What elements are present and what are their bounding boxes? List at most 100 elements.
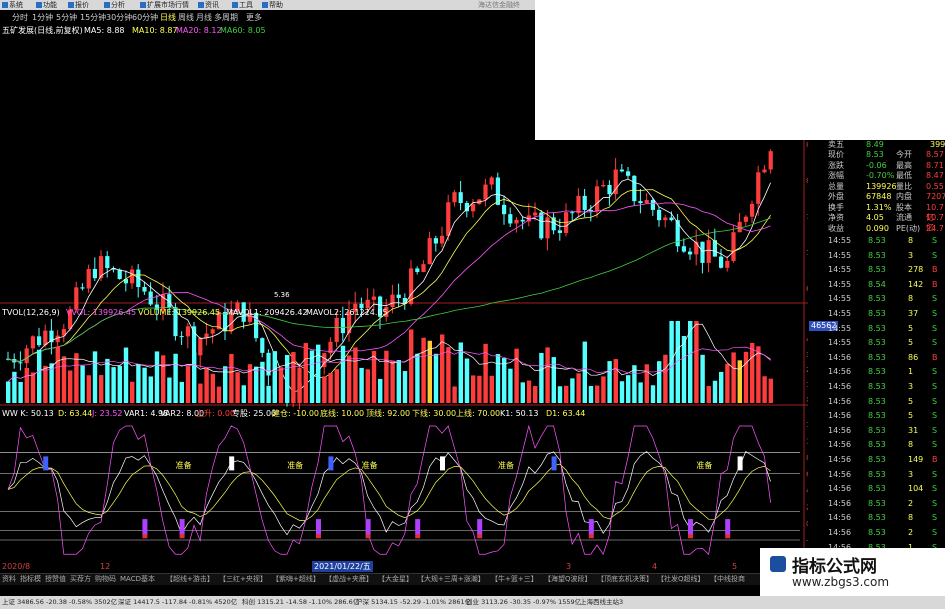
candle-body [514,219,519,224]
kline-chart[interactable]: 8.508.007.507.006.5040000300002000010000… [0,0,808,560]
quote-row-cell: -0.70% [866,171,895,180]
volume-bar [626,375,631,403]
index-hs[interactable]: 沪深 5134.15 -52.29 -1.01% 2861亿 [356,596,471,609]
period-tab-10[interactable]: 更多 [246,13,262,23]
quote-row-cell: 8.47 [926,171,944,180]
indicator-tab-3[interactable]: 买荐方 [70,574,91,585]
zhunbei-label: 准备 [287,460,303,470]
volume-bar [254,366,259,403]
tick-row-cell: 8.53 [868,323,886,333]
bottom-signal-dot [688,534,693,539]
watermark-url: www.zbgs3.com [792,575,890,589]
top-signal-marker [229,456,235,471]
period-tab-4[interactable]: 30分钟 [106,13,132,23]
volume-bar [92,351,98,403]
candle-body [185,326,190,337]
period-tab-3[interactable]: 15分钟 [80,13,106,23]
candle-body [607,184,612,195]
indicator-tab-6[interactable]: 【超线+游击】 [166,574,214,585]
indicator-tab-5[interactable]: MACD基本 [120,574,155,585]
indicator-tab-7[interactable]: 【三红+央视】 [219,574,267,585]
quote-row-cell: 现价 [828,150,844,159]
tick-row-cell: 14:56 [828,484,852,494]
quote-row-cell: 72078 [926,192,945,201]
candle-body [43,330,48,346]
candle-body [142,287,147,292]
candle-body [533,212,538,216]
ma5-label: MA5: 8.88 [84,26,125,35]
tick-row-cell: 8.53 [868,396,886,406]
volume-bar [570,378,575,403]
vol-label-volume: VOLUME: 139926.45 [138,308,220,317]
index-sz[interactable]: 深证 14417.5 -117.84 -0.81% 4520亿 [118,596,237,609]
sell5-row: 卖五 8.49 399 [808,140,945,150]
volume-bar [471,375,476,403]
period-tab-2[interactable]: 5分钟 [56,13,77,23]
indicator-tab-11[interactable]: 【大规+三周+涨潮】 [417,574,485,585]
volume-bar [712,380,718,403]
tick-row-cell: 8 [908,513,914,523]
period-tab-8[interactable]: 月线 [196,13,212,23]
ma10-label: MA10: 8.87 [132,26,178,35]
indicator-tab-16[interactable]: 【中线投商 [710,574,745,585]
logo-icon [770,556,786,572]
period-tab-7[interactable]: 周线 [178,13,194,23]
indicator-tab-1[interactable]: 指标模 [20,574,41,585]
bottom-signal-marker [725,519,731,536]
index-kc[interactable]: 科创 1315.21 -14.58 -1.10% 286.6亿 [242,596,359,609]
indicator-tab-4[interactable]: 购物码 [95,574,116,585]
low-mark: 5.36 [274,291,290,299]
bottom-signal-marker [688,519,693,536]
period-tab-9[interactable]: 多周期 [214,13,238,23]
tick-row-cell: 86 [908,352,919,362]
candle-body [421,264,426,272]
stock-title: 五矿发展(日线,前复权) [2,26,83,35]
zhunbei-label: 准备 [176,460,192,470]
tick-row: 14:56 8.53 8 S [808,440,945,450]
volume-bar [74,353,79,403]
volume-bar [663,354,668,403]
volume-bar [557,386,563,403]
indicator-tab-8[interactable]: 【紫嗨+超线】 [272,574,320,585]
candle-body [657,209,662,221]
tick-row-cell: 8.53 [868,411,886,421]
date-label: 3 [566,562,572,571]
quote-row-cell: -0.06 [866,160,887,170]
volume-bar [415,353,420,403]
indicator-tab-9[interactable]: 【虚战+夹鹿】 [325,574,373,585]
volume-bar [638,382,643,403]
indicator-tab-15[interactable]: 【社发Q超线】 [657,574,705,585]
period-tab-0[interactable]: 分时 [12,13,28,23]
indicator-tab-12[interactable]: 【牛+篮+三】 [491,574,538,585]
period-tab-5[interactable]: 60分钟 [132,13,158,23]
volume-bar [725,363,730,403]
volume-bar [495,354,501,403]
indicator-tab-0[interactable]: 资料 [2,574,16,585]
tick-row-cell: 3 [908,250,914,260]
volume-bar [508,368,513,403]
period-tab-6[interactable]: 日线 [160,13,176,23]
ind-label-bottom: 底线: 10.00 [320,409,365,418]
candle-body [632,175,637,202]
volume-bar [371,350,377,403]
index-cy[interactable]: 创业 3113.26 -30.35 -0.97% 1559亿 [466,596,581,609]
bottom-signal-marker [588,519,594,536]
volume-bar [378,378,383,403]
indicator-tab-14[interactable]: 【顶底玄机决策】 [597,574,653,585]
index-sh[interactable]: 上证 3486.56 -20.38 -0.58% 3502亿 [2,596,117,609]
volume-bar [359,367,364,403]
candle-body [130,269,135,284]
candle-body [545,217,550,239]
indicator-tab-2[interactable]: 授赞值 [45,574,66,585]
indicator-tab-10[interactable]: 【大金星】 [378,574,413,585]
quote-row-cell: 涨幅 [828,171,844,180]
period-tab-1[interactable]: 1分钟 [32,13,53,23]
tick-row-cell: S [932,498,938,508]
tick-row-cell: 8.53 [868,484,886,494]
indicator-tab-13[interactable]: 【海望Q波段】 [544,574,592,585]
quote-row: 换手 1.31% 股本 10.7亿 [808,203,945,222]
tick-row-cell: 14:55 [828,294,852,304]
bottom-signal-dot [725,534,731,539]
tick-row-cell: 5 [908,338,914,348]
sell5-row-cell: 399 [930,140,945,149]
